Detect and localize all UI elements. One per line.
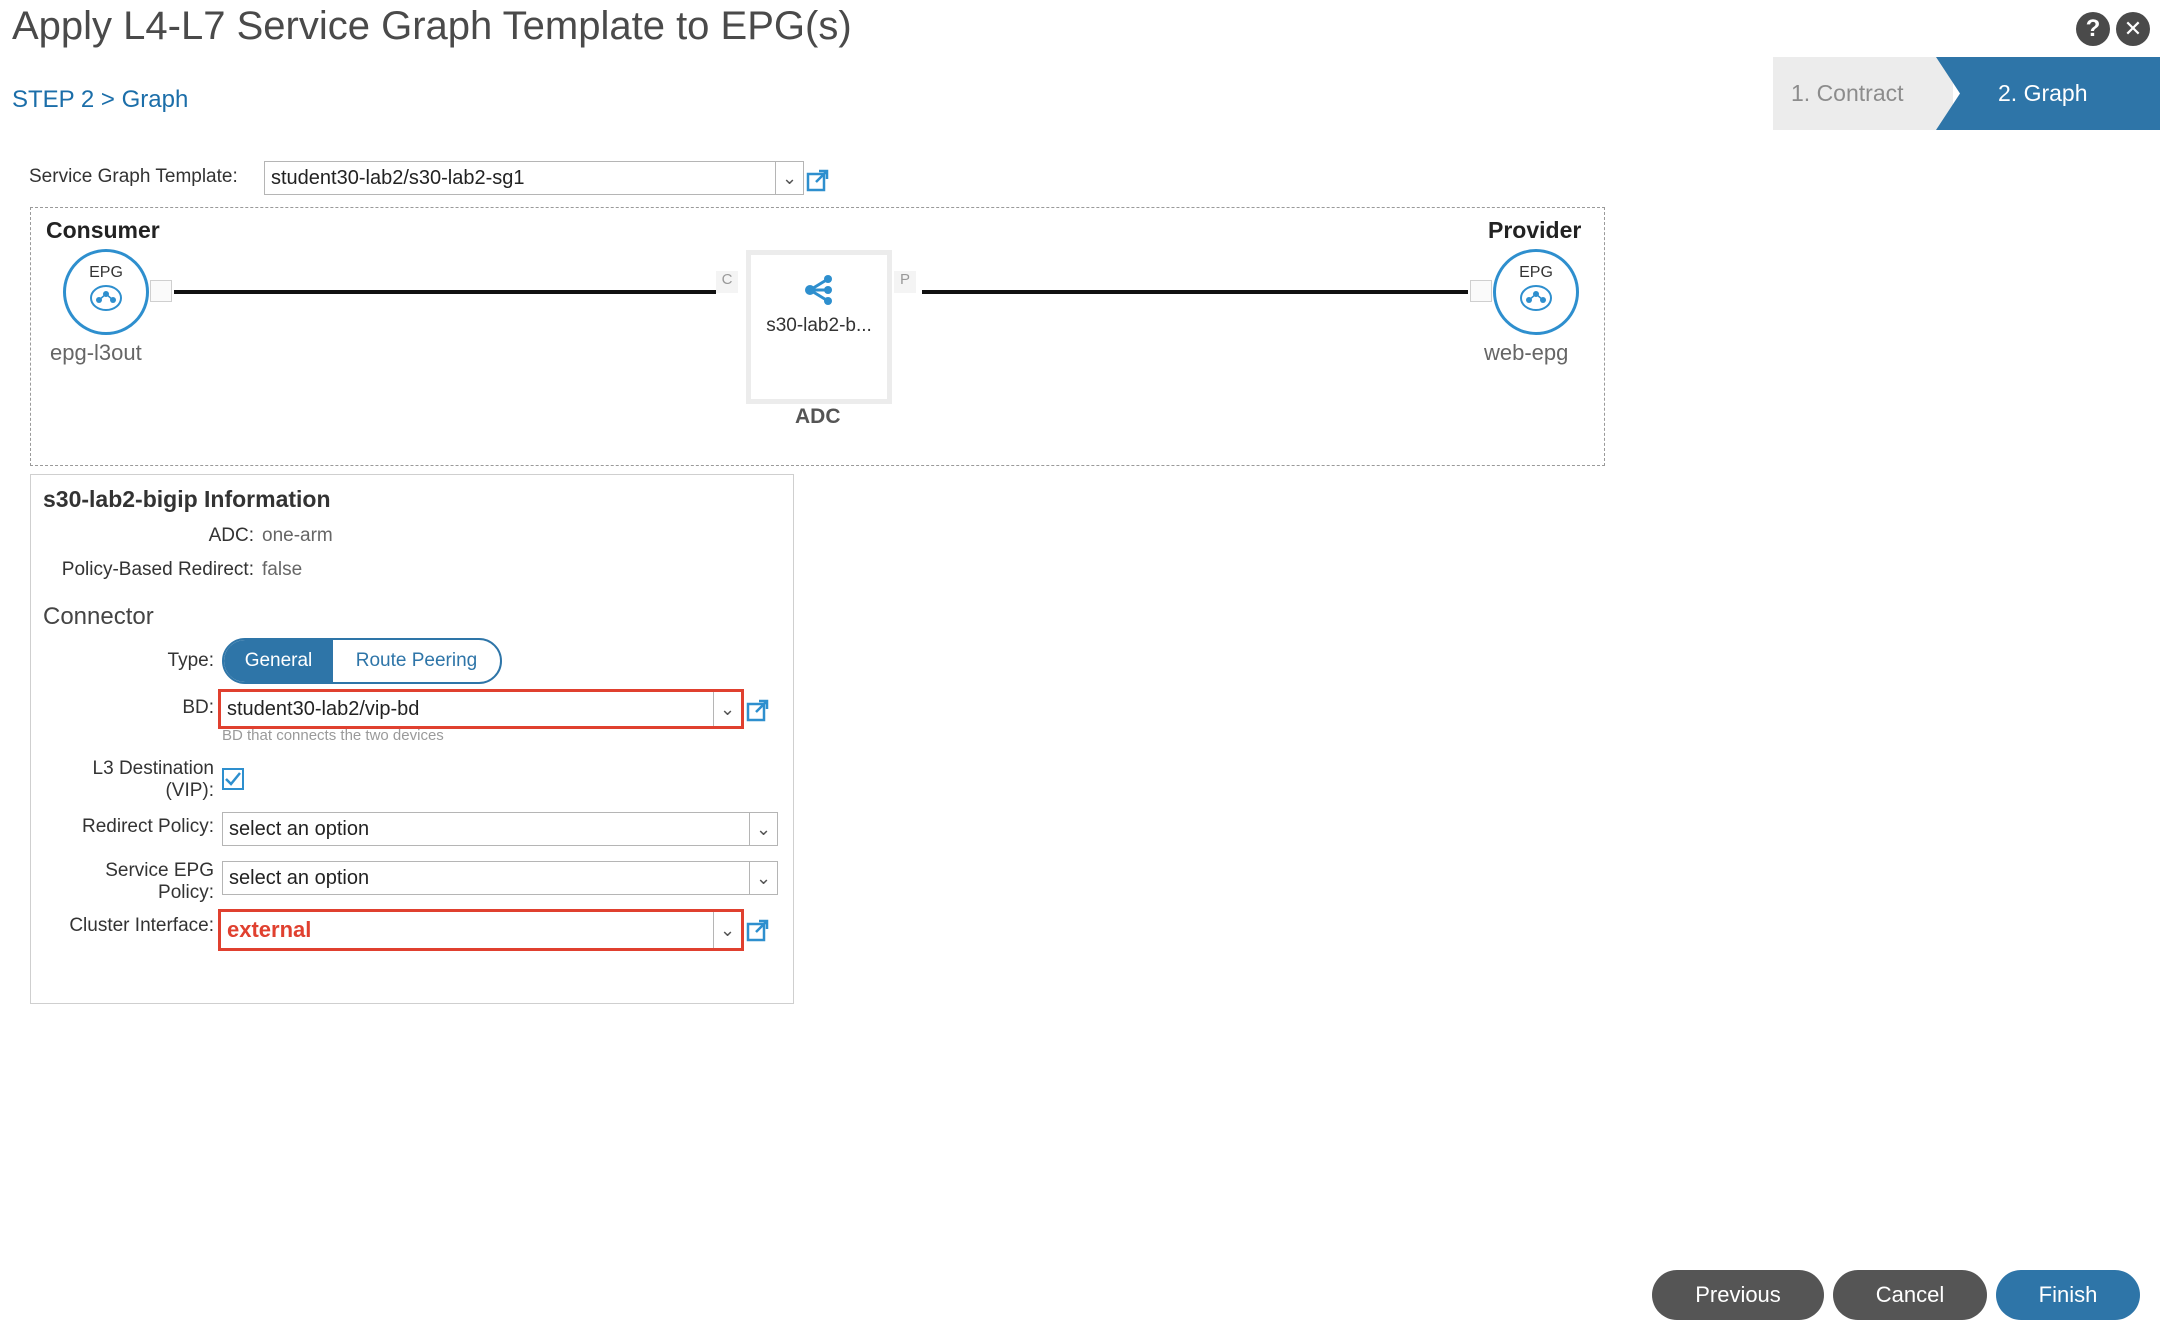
l3-destination-label: L3 Destination — [92, 758, 214, 779]
bd-value: student30-lab2/vip-bd — [227, 697, 420, 720]
epg-badge: EPG — [1519, 264, 1553, 281]
provider-epg-name: web-epg — [1484, 340, 1569, 365]
chevron-down-icon: ⌄ — [749, 862, 777, 894]
previous-button[interactable]: Previous — [1652, 1270, 1824, 1320]
l3-destination-checkbox[interactable] — [222, 768, 244, 790]
provider-heading: Provider — [1488, 217, 1582, 243]
template-value: student30-lab2/s30-lab2-sg1 — [271, 166, 525, 189]
wizard-step-contract[interactable]: 1. Contract — [1773, 57, 1953, 130]
redirect-policy-select[interactable]: select an option ⌄ — [222, 812, 778, 846]
checkmark-icon — [225, 772, 241, 786]
consumer-port — [150, 280, 172, 302]
bd-hint: BD that connects the two devices — [222, 727, 444, 744]
redirect-policy-value: select an option — [229, 817, 370, 840]
service-node-type: ADC — [795, 405, 841, 428]
external-link-icon[interactable] — [746, 918, 770, 942]
dialog-title: Apply L4-L7 Service Graph Template to EP… — [12, 4, 852, 48]
service-epg-policy-label: Service EPG — [105, 860, 214, 881]
wizard-step-graph[interactable]: 2. Graph — [1936, 57, 2160, 130]
type-option-route-peering[interactable]: Route Peering — [333, 640, 500, 682]
epg-icon — [90, 285, 122, 311]
cluster-interface-label: Cluster Interface: — [69, 915, 214, 936]
provider-connection-line — [922, 290, 1468, 294]
pbr-value: false — [262, 559, 303, 580]
provider-connector-port: P — [894, 271, 916, 293]
chevron-down-icon: ⌄ — [775, 162, 803, 194]
chevron-down-icon: ⌄ — [713, 692, 741, 726]
consumer-connection-line — [174, 290, 716, 294]
type-label: Type: — [167, 650, 214, 671]
finish-button[interactable]: Finish — [1996, 1270, 2140, 1320]
consumer-epg-node[interactable]: EPG — [63, 249, 149, 335]
help-icon[interactable]: ? — [2076, 12, 2110, 46]
service-node-icon — [805, 275, 832, 305]
provider-port — [1470, 280, 1492, 302]
external-link-icon[interactable] — [746, 698, 770, 722]
chevron-down-icon: ⌄ — [749, 813, 777, 845]
type-toggle[interactable]: General Route Peering — [222, 638, 502, 684]
breadcrumb: STEP 2 > Graph — [12, 86, 189, 113]
l3-destination-label-cont: (VIP): — [165, 780, 214, 801]
redirect-policy-label: Redirect Policy: — [82, 816, 214, 837]
adc-value: one-arm — [262, 525, 333, 546]
pbr-label: Policy-Based Redirect: — [61, 559, 254, 580]
cluster-interface-select[interactable]: external ⌄ — [218, 909, 744, 951]
epg-badge: EPG — [89, 264, 123, 281]
consumer-connector-port: C — [716, 271, 738, 293]
template-label: Service Graph Template: — [29, 166, 238, 187]
provider-epg-node[interactable]: EPG — [1493, 249, 1579, 335]
template-select[interactable]: student30-lab2/s30-lab2-sg1 ⌄ — [264, 161, 804, 195]
external-link-icon[interactable] — [806, 168, 830, 192]
close-icon[interactable]: ✕ — [2116, 12, 2150, 46]
info-title: s30-lab2-bigip Information — [43, 486, 331, 512]
bd-select[interactable]: student30-lab2/vip-bd ⌄ — [218, 689, 744, 729]
consumer-epg-name: epg-l3out — [50, 340, 142, 365]
adc-label: ADC: — [208, 525, 254, 546]
connector-heading: Connector — [43, 603, 154, 630]
wizard-step-label: 2. Graph — [1998, 80, 2088, 106]
bd-label: BD: — [182, 697, 214, 718]
service-epg-policy-value: select an option — [229, 866, 370, 889]
service-epg-policy-label-cont: Policy: — [158, 882, 214, 903]
chevron-down-icon: ⌄ — [713, 912, 741, 948]
epg-icon — [1520, 285, 1552, 311]
service-node[interactable]: s30-lab2-b... — [746, 250, 892, 404]
wizard-step-label: 1. Contract — [1791, 80, 1904, 106]
service-epg-policy-select[interactable]: select an option ⌄ — [222, 861, 778, 895]
cluster-interface-value: external — [227, 917, 312, 942]
service-node-name: s30-lab2-b... — [766, 315, 872, 336]
cancel-button[interactable]: Cancel — [1833, 1270, 1987, 1320]
consumer-heading: Consumer — [46, 217, 160, 243]
type-option-general[interactable]: General — [224, 640, 333, 682]
